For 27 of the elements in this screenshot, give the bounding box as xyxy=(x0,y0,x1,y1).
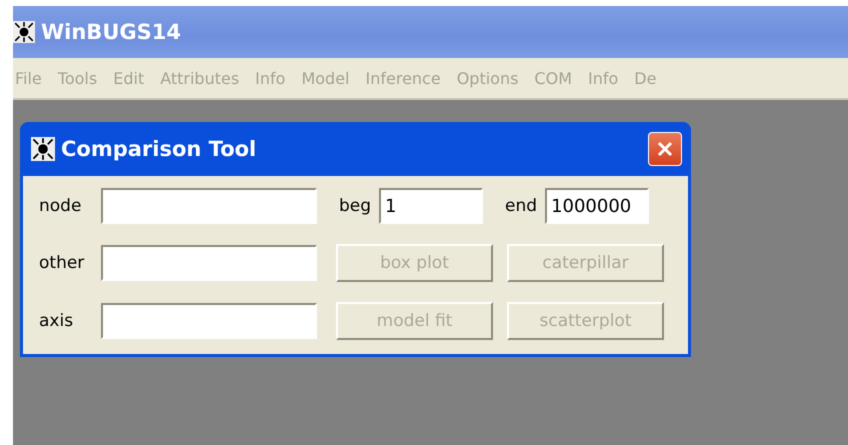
input-field[interactable]: 1000000 xyxy=(545,188,650,224)
field-label: node xyxy=(39,196,82,216)
input-field[interactable] xyxy=(101,188,317,224)
menu-item[interactable]: File xyxy=(13,68,50,88)
bug-icon xyxy=(13,21,35,43)
input-field[interactable]: 1 xyxy=(379,188,484,224)
bug-icon xyxy=(31,137,55,161)
input-field[interactable] xyxy=(101,245,317,281)
close-icon xyxy=(656,140,674,158)
field-label: other xyxy=(39,253,86,273)
field-label: end xyxy=(505,196,538,216)
close-button[interactable] xyxy=(648,132,682,166)
menu-item[interactable]: Attributes xyxy=(152,68,248,88)
menu-item[interactable]: Model xyxy=(293,68,358,88)
field-label: beg xyxy=(339,196,372,216)
menu-item[interactable]: Info xyxy=(247,68,294,88)
dialog-title: Comparison Tool xyxy=(61,137,258,161)
menu-item[interactable]: Tools xyxy=(50,68,106,88)
menu-item[interactable]: COM xyxy=(526,68,580,88)
menu-item[interactable]: Edit xyxy=(105,68,152,88)
input-field[interactable] xyxy=(101,303,317,339)
menu-item[interactable]: Inference xyxy=(358,68,449,88)
menu-item[interactable]: Options xyxy=(448,68,526,88)
field-label: axis xyxy=(39,311,74,331)
window-title: WinBUGS14 xyxy=(41,20,181,44)
menu-item[interactable]: De xyxy=(626,68,664,88)
menu-item[interactable]: Info xyxy=(580,68,626,88)
